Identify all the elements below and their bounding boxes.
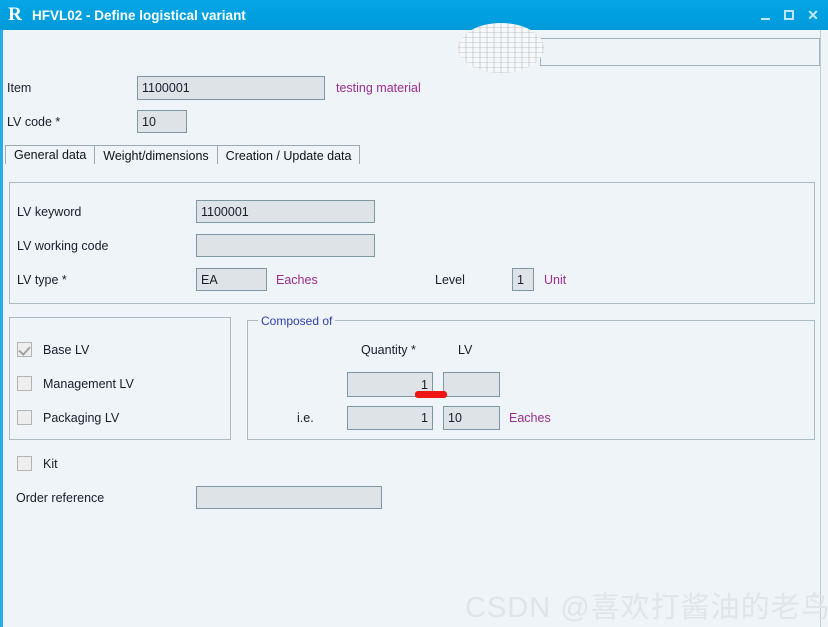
composed-lv-input[interactable]: [443, 372, 500, 397]
management-lv-checkbox[interactable]: [17, 376, 32, 391]
checkbox-row-base-lv[interactable]: Base LV: [17, 342, 89, 357]
lv-column-header: LV: [458, 343, 473, 357]
lv-code-label: LV code *: [7, 115, 61, 129]
minimize-icon[interactable]: [754, 4, 776, 26]
kit-label: Kit: [43, 456, 58, 471]
base-lv-label: Base LV: [43, 342, 90, 357]
ie-label: i.e.: [297, 411, 314, 425]
tab-content-separator: [3, 164, 820, 165]
lv-code-input[interactable]: 10: [137, 110, 187, 133]
tab-weight-dimensions[interactable]: Weight/dimensions: [94, 145, 218, 165]
checkbox-row-kit[interactable]: Kit: [17, 456, 58, 471]
kit-checkbox[interactable]: [17, 456, 32, 471]
checkbox-row-management-lv[interactable]: Management LV: [17, 376, 134, 391]
item-input[interactable]: 1100001: [137, 76, 325, 100]
lv-type-label: LV type *: [17, 273, 67, 287]
order-reference-input[interactable]: [196, 486, 382, 509]
title-bar: R HFVL02 - Define logistical variant ✕: [0, 0, 828, 30]
application-window: R HFVL02 - Define logistical variant ✕ I…: [0, 0, 828, 627]
tab-creation-update-data[interactable]: Creation / Update data: [216, 145, 361, 165]
watermark-text: CSDN @喜欢打酱油的老鸟: [465, 592, 828, 624]
tab-general-data[interactable]: General data: [5, 145, 96, 165]
window-title: HFVL02 - Define logistical variant: [32, 7, 246, 23]
lv-type-description: Eaches: [276, 273, 318, 287]
ie-unit-label: Eaches: [509, 411, 551, 425]
packaging-lv-checkbox[interactable]: [17, 410, 32, 425]
packaging-lv-label: Packaging LV: [43, 410, 120, 425]
general-data-panel: [9, 182, 815, 304]
close-icon[interactable]: ✕: [802, 4, 824, 26]
maximize-icon[interactable]: [778, 4, 800, 26]
lv-keyword-label: LV keyword: [17, 205, 82, 219]
level-unit-label: Unit: [544, 273, 567, 287]
lv-type-input[interactable]: EA: [196, 268, 267, 291]
tab-bar: General data Weight/dimensions Creation …: [5, 145, 361, 165]
app-logo-icon: R: [8, 4, 22, 25]
composed-of-legend: Composed of: [258, 314, 336, 328]
ie-lv-input[interactable]: 10: [443, 406, 500, 430]
base-lv-checkbox[interactable]: [17, 342, 32, 357]
lv-working-code-input[interactable]: [196, 234, 375, 257]
level-label: Level: [435, 273, 465, 287]
window-controls: ✕: [754, 0, 824, 30]
order-reference-label: Order reference: [16, 491, 105, 505]
red-underline-annotation: [415, 391, 447, 398]
level-input[interactable]: 1: [512, 268, 534, 291]
lv-working-code-label: LV working code: [17, 239, 109, 253]
left-accent-rail: [0, 30, 3, 627]
lv-keyword-input[interactable]: 1100001: [196, 200, 375, 223]
checkbox-row-packaging-lv[interactable]: Packaging LV: [17, 410, 119, 425]
item-label: Item: [7, 81, 32, 95]
ie-quantity-input[interactable]: 1: [347, 406, 433, 430]
redacted-region: [458, 23, 544, 73]
toolbar-search-input[interactable]: [540, 38, 820, 66]
right-window-edge: [820, 30, 821, 627]
quantity-column-header: Quantity *: [361, 343, 416, 357]
item-description: testing material: [336, 81, 421, 95]
management-lv-label: Management LV: [43, 376, 134, 391]
